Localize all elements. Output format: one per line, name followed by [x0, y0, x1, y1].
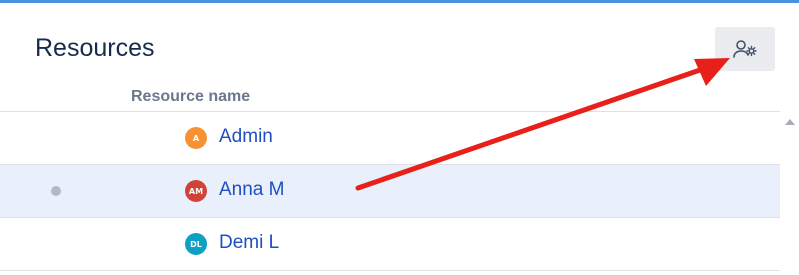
avatar: AM [185, 180, 207, 202]
vertical-scrollbar[interactable] [781, 112, 799, 275]
resource-row-admin[interactable]: A Admin [0, 112, 780, 165]
column-header-resource-name[interactable]: Resource name [131, 88, 250, 106]
avatar: A [185, 127, 207, 149]
resource-name[interactable]: Admin [219, 126, 273, 148]
page-title: Resources [35, 34, 155, 62]
avatar: DL [185, 233, 207, 255]
resource-list: A Admin AM Anna M DL Demi L [0, 112, 780, 271]
resource-row-anna-m[interactable]: AM Anna M [0, 165, 780, 218]
resource-row-demi-l[interactable]: DL Demi L [0, 218, 780, 271]
resource-name[interactable]: Demi L [219, 232, 279, 254]
scroll-up-arrow-icon[interactable] [785, 119, 795, 125]
top-accent-border [0, 0, 799, 3]
user-settings-icon [733, 40, 757, 58]
resource-settings-button[interactable] [715, 27, 775, 71]
resource-name[interactable]: Anna M [219, 179, 284, 201]
row-indicator-dot [51, 186, 61, 196]
